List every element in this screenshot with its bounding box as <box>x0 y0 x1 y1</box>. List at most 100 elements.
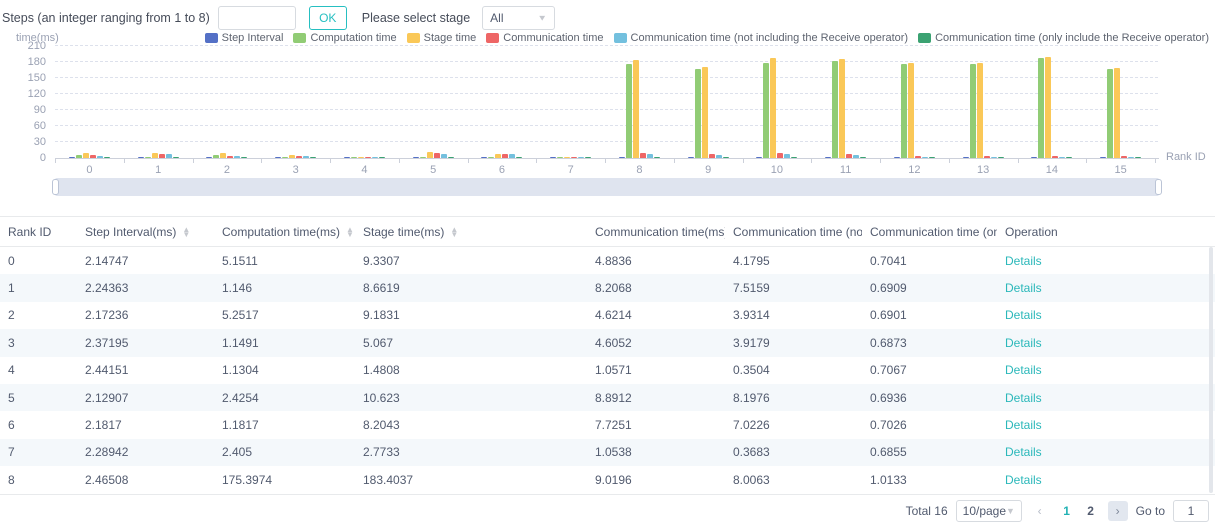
sort-icon[interactable]: ▲▼ <box>346 227 354 237</box>
cell-computation-time-ms: 2.405 <box>214 445 355 459</box>
details-link[interactable]: Details <box>1005 254 1042 268</box>
x-tick-label: 13 <box>949 164 1018 176</box>
table-row: 62.18171.18178.20437.72517.02260.7026Det… <box>0 411 1215 438</box>
cell-rank-id: 8 <box>0 473 77 487</box>
bar-computation-time-rank-13[interactable] <box>970 64 976 158</box>
y-tick-label: 0 <box>0 152 46 164</box>
details-link[interactable]: Details <box>1005 336 1042 350</box>
x-tick-mark <box>1086 159 1087 163</box>
details-link[interactable]: Details <box>1005 445 1042 459</box>
page-number-2[interactable]: 2 <box>1082 504 1100 518</box>
legend-label: Step Interval <box>222 32 284 44</box>
legend-item-4[interactable]: Communication time (not including the Re… <box>614 32 909 44</box>
prev-page-icon[interactable]: ‹ <box>1030 501 1050 521</box>
bar-stage-time-rank-9[interactable] <box>702 67 708 158</box>
bar-computation-time-rank-8[interactable] <box>626 64 632 158</box>
bar-stage-time-rank-11[interactable] <box>839 59 845 158</box>
details-link[interactable]: Details <box>1005 473 1042 487</box>
cell-rank-id: 4 <box>0 363 77 377</box>
table-row: 52.129072.425410.6238.89128.19760.6936De… <box>0 384 1215 411</box>
x-tick-label: 6 <box>468 164 537 176</box>
bar-computation-time-rank-14[interactable] <box>1038 58 1044 158</box>
legend-item-2[interactable]: Stage time <box>407 32 477 44</box>
bar-stage-time-rank-14[interactable] <box>1045 57 1051 158</box>
cell-step-interval-ms: 2.46508 <box>77 473 214 487</box>
cell-computation-time-ms: 5.1511 <box>214 254 355 268</box>
bar-group-rank-10 <box>743 46 812 158</box>
datazoom-slider[interactable] <box>55 178 1159 196</box>
sort-icon[interactable]: ▲▼ <box>182 227 190 237</box>
bar-computation-time-rank-11[interactable] <box>832 61 838 158</box>
details-link[interactable]: Details <box>1005 281 1042 295</box>
cell-stage-time-ms: 1.4808 <box>355 363 587 377</box>
bar-computation-time-rank-15[interactable] <box>1107 69 1113 158</box>
bar-computation-time-rank-10[interactable] <box>763 63 769 158</box>
sort-icon[interactable]: ▲▼ <box>450 227 458 237</box>
chevron-down-icon: ▼ <box>537 14 547 23</box>
details-link[interactable]: Details <box>1005 418 1042 432</box>
page-size-select[interactable]: 10/page ▼ <box>956 500 1022 522</box>
next-page-icon[interactable]: › <box>1108 501 1128 521</box>
cell-operation: Details <box>997 281 1215 295</box>
legend-item-0[interactable]: Step Interval <box>205 32 284 44</box>
x-tick-label: 2 <box>193 164 262 176</box>
table-row: 32.371951.14915.0674.60523.91790.6873Det… <box>0 329 1215 356</box>
cell-step-interval-ms: 2.37195 <box>77 336 214 350</box>
column-header-7: Operation <box>997 225 1215 239</box>
bar-computation-time-rank-9[interactable] <box>695 69 701 158</box>
bar-group-rank-6 <box>468 46 537 158</box>
datazoom-right-handle[interactable] <box>1155 179 1162 195</box>
table-row: 82.46508175.3974183.40379.01968.00631.01… <box>0 466 1215 493</box>
chart-legend: Step Interval Computation time Stage time C… <box>205 32 1209 44</box>
cell-communication-time-only-in: 0.7041 <box>862 254 997 268</box>
bar-group-rank-7 <box>536 46 605 158</box>
goto-page-input[interactable] <box>1173 500 1209 522</box>
column-header-4: Communication time(ms)▲▼ <box>587 225 725 239</box>
column-header-label: Step Interval(ms) <box>85 225 176 239</box>
steps-input[interactable] <box>218 6 296 30</box>
cell-communication-time-ms: 4.6052 <box>587 336 725 350</box>
x-tick-mark <box>743 159 744 163</box>
cell-communication-time-only-in: 0.7067 <box>862 363 997 377</box>
bar-stage-time-rank-12[interactable] <box>908 63 914 158</box>
legend-item-5[interactable]: Communication time (only include the Rec… <box>918 32 1209 44</box>
x-tick-mark <box>949 159 950 163</box>
bar-stage-time-rank-8[interactable] <box>633 60 639 158</box>
x-tick-label: 10 <box>743 164 812 176</box>
cell-communication-time-only-in: 0.6901 <box>862 308 997 322</box>
stage-select[interactable]: All ▼ <box>482 6 555 30</box>
bar-computation-time-rank-12[interactable] <box>901 64 907 158</box>
column-header-label: Communication time (only in... <box>870 225 997 239</box>
legend-label: Stage time <box>424 32 477 44</box>
details-link[interactable]: Details <box>1005 308 1042 322</box>
cell-communication-time-only-in: 1.0133 <box>862 473 997 487</box>
x-tick-mark <box>468 159 469 163</box>
ok-button[interactable]: OK <box>309 6 347 30</box>
x-tick-mark <box>124 159 125 163</box>
table-row: 02.147475.15119.33074.88364.17950.7041De… <box>0 247 1215 274</box>
table-header-row: Rank IDStep Interval(ms)▲▼Computation ti… <box>0 216 1215 247</box>
table-row: 72.289422.4052.77331.05380.36830.6855Det… <box>0 439 1215 466</box>
table-scrollbar[interactable] <box>1209 247 1213 493</box>
cell-operation: Details <box>997 473 1215 487</box>
legend-swatch-icon <box>918 33 931 43</box>
pagination-bar: Total 16 10/page ▼ ‹ 12 › Go to <box>0 495 1215 526</box>
bar-stage-time-rank-15[interactable] <box>1114 68 1120 158</box>
legend-swatch-icon <box>486 33 499 43</box>
bar-stage-time-rank-13[interactable] <box>977 63 983 158</box>
chevron-down-icon: ▼ <box>1006 506 1015 516</box>
bar-stage-time-rank-10[interactable] <box>770 58 776 158</box>
y-tick-label: 120 <box>0 88 46 100</box>
bar-group-rank-14 <box>1018 46 1087 158</box>
chart-plot-area <box>55 46 1155 158</box>
details-link[interactable]: Details <box>1005 363 1042 377</box>
legend-item-3[interactable]: Communication time <box>486 32 603 44</box>
column-header-label: Communication time (not inc... <box>733 225 862 239</box>
cell-communication-time-not-inc: 8.0063 <box>725 473 862 487</box>
legend-item-1[interactable]: Computation time <box>293 32 396 44</box>
details-link[interactable]: Details <box>1005 391 1042 405</box>
x-tick-label: 0 <box>55 164 124 176</box>
cell-step-interval-ms: 2.1817 <box>77 418 214 432</box>
datazoom-left-handle[interactable] <box>52 179 59 195</box>
page-number-1[interactable]: 1 <box>1058 504 1076 518</box>
